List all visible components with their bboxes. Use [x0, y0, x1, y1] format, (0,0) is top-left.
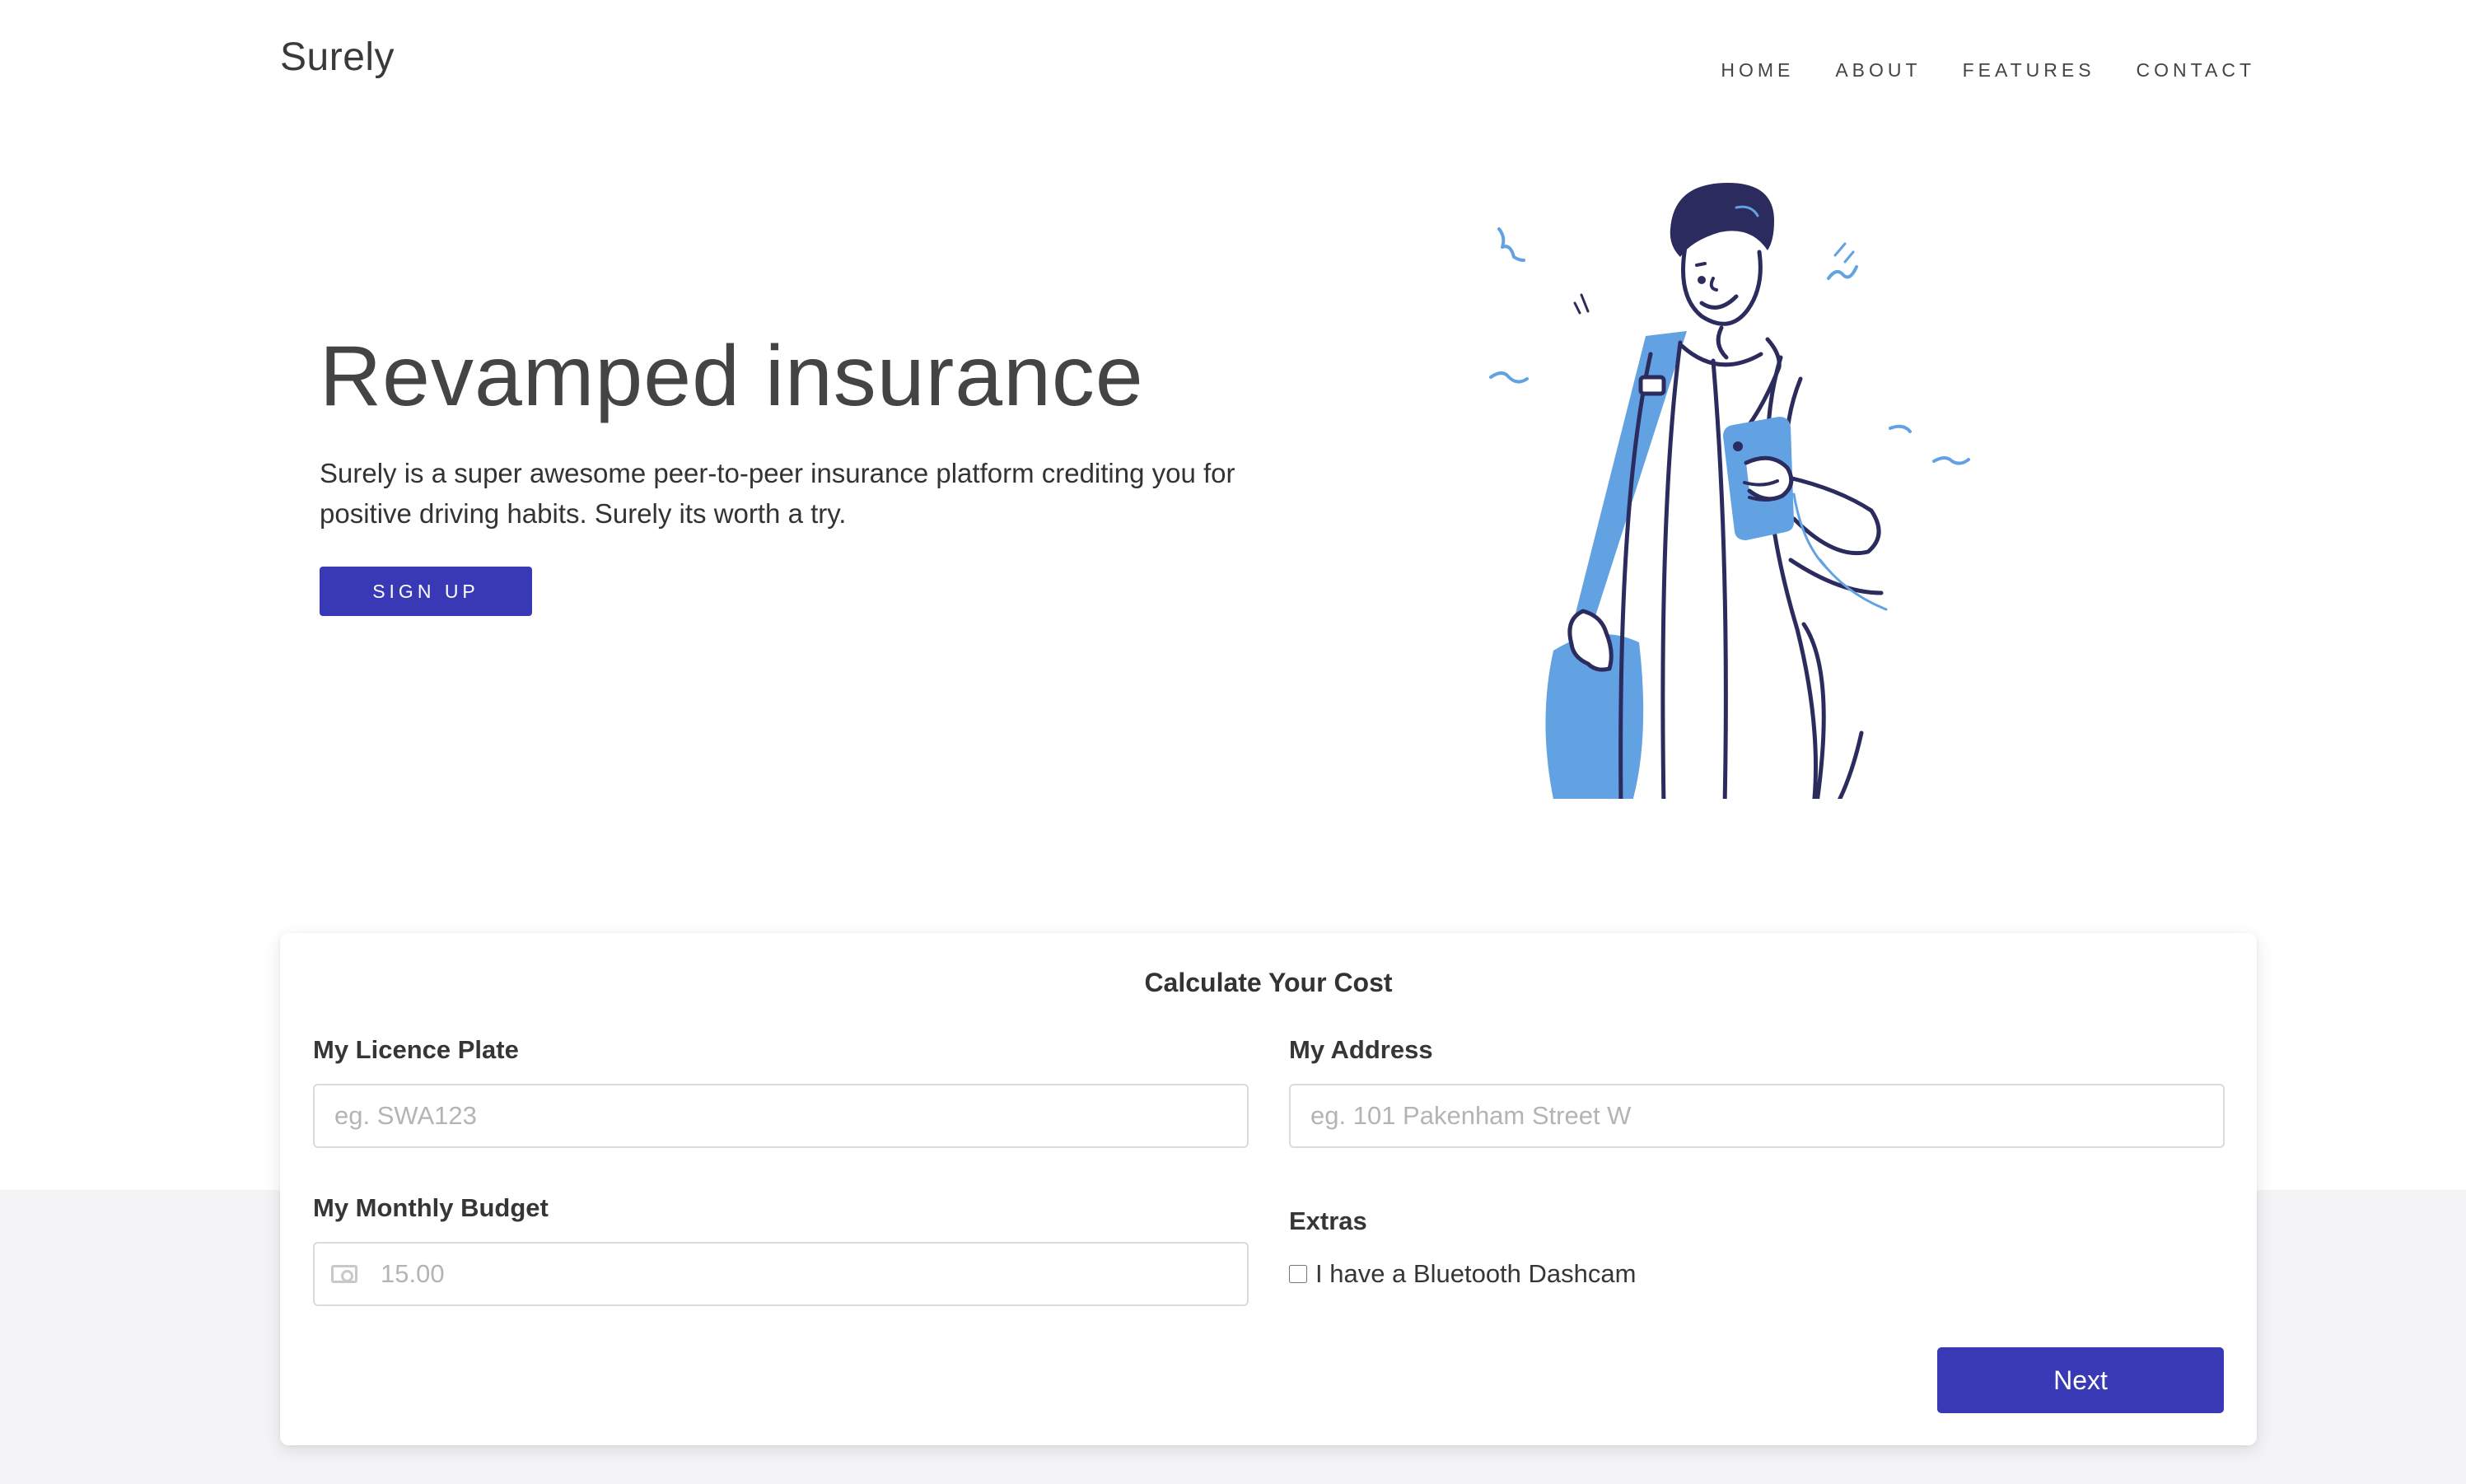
nav-contact[interactable]: CONTACT — [2137, 59, 2255, 82]
address-input[interactable] — [1289, 1084, 2225, 1148]
dashcam-checkbox[interactable] — [1289, 1265, 1307, 1283]
hero-description: Surely is a super awesome peer-to-peer i… — [320, 458, 1235, 529]
dashcam-checkbox-label: I have a Bluetooth Dashcam — [1315, 1259, 1637, 1288]
licence-plate-label: My Licence Plate — [313, 1035, 519, 1064]
address-label: My Address — [1289, 1035, 1433, 1064]
monthly-budget-input[interactable] — [313, 1242, 1249, 1306]
monthly-budget-label: My Monthly Budget — [313, 1193, 549, 1222]
cost-calculator-card: Calculate Your Cost My Licence Plate My … — [280, 933, 2257, 1445]
sign-up-button[interactable]: SIGN UP — [320, 567, 532, 616]
next-button[interactable]: Next — [1937, 1347, 2224, 1413]
extras-label: Extras — [1289, 1206, 1367, 1235]
card-title: Calculate Your Cost — [1144, 968, 1393, 997]
money-icon — [331, 1265, 357, 1283]
licence-plate-input[interactable] — [313, 1084, 1249, 1148]
hero-title: Revamped insurance — [320, 329, 1144, 424]
budget-field — [313, 1242, 1249, 1306]
main-nav: HOME ABOUT FEATURES CONTACT — [1721, 59, 2255, 82]
dashcam-option[interactable]: I have a Bluetooth Dashcam — [1289, 1259, 1636, 1289]
nav-home[interactable]: HOME — [1721, 59, 1794, 82]
brand-logo[interactable]: Surely — [280, 35, 395, 80]
nav-about[interactable]: ABOUT — [1835, 59, 1921, 82]
person-with-phone-illustration — [1489, 183, 1970, 799]
nav-features[interactable]: FEATURES — [1963, 59, 2095, 82]
